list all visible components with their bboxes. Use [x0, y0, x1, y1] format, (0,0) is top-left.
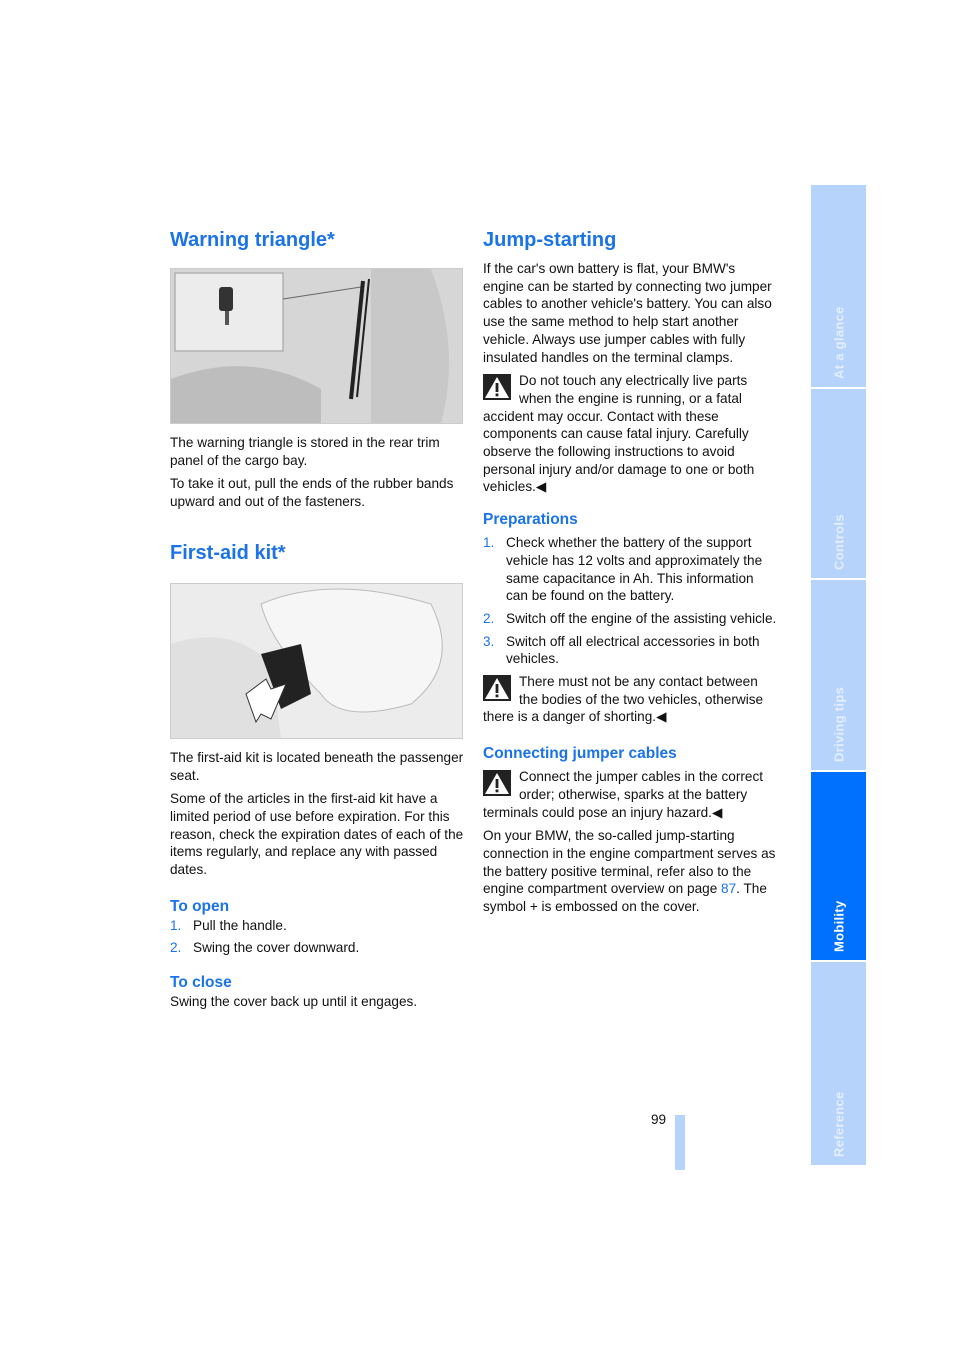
warning-icon — [483, 675, 511, 702]
page-link[interactable]: 87 — [721, 881, 736, 896]
preparations-heading: Preparations — [483, 511, 578, 529]
list-item: 1. Check whether the battery of the suppo… — [483, 535, 763, 604]
to-close-heading: To close — [170, 974, 232, 992]
paragraph: The warning triangle is stored in the re… — [170, 435, 440, 468]
warning-icon — [483, 770, 511, 797]
end-mark: ◀ — [656, 709, 667, 725]
paragraph: Some of the articles in the first-aid ki… — [170, 791, 464, 878]
jump-starting-heading: Jump-starting — [483, 229, 617, 251]
paragraph: To take it out, pull the ends of the rub… — [170, 476, 454, 510]
warning-note: Connect the jumper cables in the correct… — [483, 769, 764, 820]
preparations-steps: 1. Check whether the battery of the suppo… — [483, 534, 777, 668]
end-mark: ◀ — [535, 479, 547, 495]
list-item: 2. Swing the cover downward. — [170, 940, 360, 956]
paragraph: If the car's own battery is flat, your B… — [483, 261, 772, 365]
to-open-heading: To open — [170, 897, 230, 915]
warning-triangle-heading: Warning triangle* — [170, 229, 335, 251]
warning-triangle-image — [170, 268, 463, 424]
paragraph: Swing the cover back up until it engages… — [170, 994, 418, 1010]
list-item: 3. Switch off all electrical accessories … — [483, 633, 760, 667]
left-column: Warning triangle* The warning triangle i… — [170, 228, 464, 1017]
paragraph: On your BMW, the so-called jump-starting… — [483, 828, 776, 915]
first-aid-image — [170, 582, 463, 739]
paragraph: The first-aid kit is located beneath the… — [170, 749, 464, 783]
tab-at-a-glance[interactable]: At a glance — [811, 185, 866, 387]
right-column: Jump-starting If the car's own battery i… — [483, 228, 777, 922]
tab-driving-tips[interactable]: Driving tips — [811, 580, 866, 770]
tab-mobility[interactable]: Mobility — [811, 772, 866, 960]
list-item: 2. Switch off the engine of the assisting… — [483, 610, 777, 626]
page-marker — [675, 1115, 685, 1170]
tab-reference[interactable]: Reference — [811, 962, 866, 1165]
list-item: 1. Pull the handle. — [170, 917, 287, 933]
manual-page: Warning triangle* The warning triangle i… — [0, 0, 954, 1351]
page-number: 99 — [651, 1112, 667, 1127]
end-mark: ◀ — [711, 804, 723, 820]
warning-note: There must not be any contact between th… — [483, 674, 764, 725]
warning-note: Do not touch any electrically live parts… — [483, 373, 755, 495]
first-aid-heading: First-aid kit* — [170, 541, 286, 564]
tab-controls[interactable]: Controls — [811, 389, 866, 578]
connecting-heading: Connecting jumper cables — [483, 745, 677, 763]
to-open-steps: 1. Pull the handle. 2. Swing the cover dow… — [170, 917, 464, 957]
warning-icon — [483, 374, 511, 401]
